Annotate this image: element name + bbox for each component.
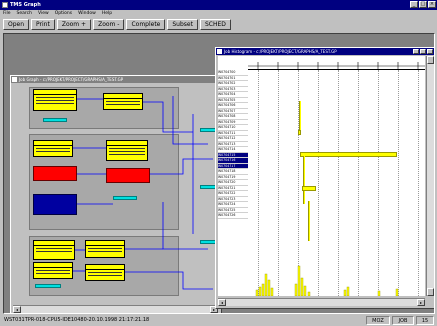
- status-panel-moz: MOZ: [366, 316, 390, 325]
- job-bar[interactable]: [298, 130, 301, 135]
- menu-search[interactable]: Search: [17, 10, 32, 18]
- window-icon: [12, 77, 17, 82]
- job-bar[interactable]: [300, 152, 397, 157]
- scroll-left-arrow[interactable]: ◂: [218, 299, 226, 306]
- minimize-button[interactable]: _: [410, 1, 418, 8]
- job-bar[interactable]: [308, 201, 310, 241]
- job-histogram-window[interactable]: Job Histogram - c:/PROJEKT/PROJECT/GRAPH…: [215, 47, 434, 309]
- histogram-horizontal-scrollbar[interactable]: ◂ ▸: [218, 298, 425, 306]
- child-close-button[interactable]: [427, 49, 433, 54]
- histogram-area[interactable]: W0704700 W0704701 W0704702 W0704703 W070…: [218, 56, 425, 296]
- zoom-out-button[interactable]: Zoom -: [93, 19, 125, 30]
- app-title: TMS Graph: [10, 2, 41, 8]
- print-button[interactable]: Print: [31, 19, 55, 30]
- status-panel-job: JOB: [392, 316, 414, 325]
- scroll-right-arrow[interactable]: ▸: [417, 299, 425, 306]
- sched-button[interactable]: SCHED: [199, 19, 231, 30]
- mdi-client: Job Graph - c:/PROJEKT/PROJECT/GRAPHS/A_…: [3, 33, 435, 314]
- subset-button[interactable]: Subset: [167, 19, 198, 30]
- job-bar[interactable]: [302, 186, 316, 191]
- app-window: TMS Graph _ □ × File Search View Options…: [0, 0, 437, 326]
- status-panel-count: 15: [416, 316, 434, 325]
- title-bar[interactable]: TMS Graph _ □ ×: [0, 0, 437, 10]
- job-bar[interactable]: [299, 101, 301, 131]
- toolbar: Open Print Zoom + Zoom - Complete Subset…: [0, 19, 437, 32]
- open-button[interactable]: Open: [3, 19, 30, 30]
- zoom-in-button[interactable]: Zoom +: [56, 19, 92, 30]
- scroll-left-arrow[interactable]: ◂: [13, 306, 21, 313]
- child-minimize-button[interactable]: [413, 49, 419, 54]
- time-ruler: [248, 56, 425, 70]
- app-icon: [2, 2, 8, 8]
- activity-chart: [255, 265, 399, 296]
- job-label-list: W0704700 W0704701 W0704702 W0704703 W070…: [218, 70, 248, 219]
- job-graph-titlebar[interactable]: Job Graph - c:/PROJEKT/PROJECT/GRAPHS/A_…: [11, 76, 221, 83]
- job-graph-title: Job Graph - c:/PROJEKT/PROJECT/GRAPHS/A_…: [19, 77, 124, 82]
- job-histogram-title: Job Histogram - c:/PROJEKT/PROJECT/GRAPH…: [224, 49, 337, 54]
- maximize-button[interactable]: □: [419, 1, 427, 8]
- menu-view[interactable]: View: [38, 10, 49, 18]
- status-text: WST031TPR-018-CPU5-IDE10480-20.10.1998 2…: [4, 317, 150, 323]
- child-maximize-button[interactable]: [420, 49, 426, 54]
- job-graph-canvas[interactable]: [13, 84, 218, 304]
- scroll-up-arrow[interactable]: [427, 56, 434, 64]
- job-graph-window[interactable]: Job Graph - c:/PROJEKT/PROJECT/GRAPHS/A_…: [10, 75, 222, 313]
- histogram-vertical-scrollbar[interactable]: [426, 56, 434, 296]
- graph-horizontal-scrollbar[interactable]: ◂ ▸: [13, 305, 218, 313]
- close-button[interactable]: ×: [428, 1, 436, 8]
- job-bar[interactable]: [303, 156, 305, 204]
- menu-help[interactable]: Help: [102, 10, 112, 18]
- job-histogram-titlebar[interactable]: Job Histogram - c:/PROJEKT/PROJECT/GRAPH…: [216, 48, 434, 55]
- menu-options[interactable]: Options: [55, 10, 72, 18]
- menu-window[interactable]: Window: [78, 10, 96, 18]
- window-icon: [217, 49, 222, 54]
- job-label[interactable]: W0704726: [218, 213, 248, 219]
- menu-file[interactable]: File: [3, 10, 11, 18]
- job-connectors: [73, 96, 213, 290]
- scroll-down-arrow[interactable]: [427, 288, 434, 296]
- menu-bar: File Search View Options Window Help: [0, 10, 437, 18]
- complete-button[interactable]: Complete: [126, 19, 166, 30]
- status-bar: WST031TPR-018-CPU5-IDE10480-20.10.1998 2…: [0, 315, 437, 326]
